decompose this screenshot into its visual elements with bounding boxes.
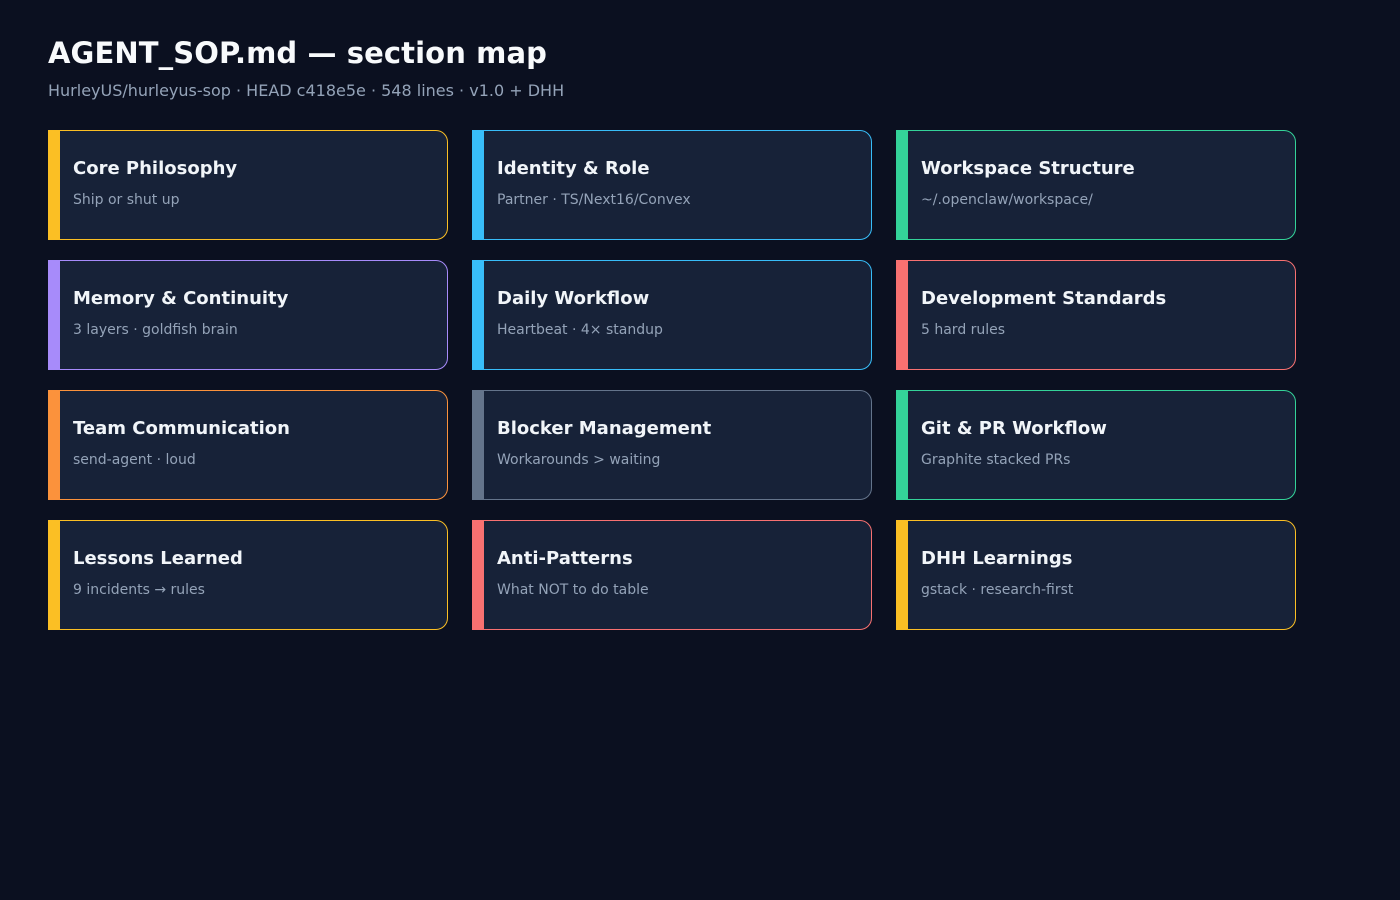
accent-stripe [49, 521, 60, 629]
section-title: Team Communication [73, 418, 290, 439]
section-card-anti-patterns[interactable]: Anti-Patterns What NOT to do table [472, 520, 872, 630]
section-card-daily-workflow[interactable]: Daily Workflow Heartbeat · 4× standup [472, 260, 872, 370]
accent-stripe [49, 391, 60, 499]
accent-stripe [897, 131, 908, 239]
section-description: Graphite stacked PRs [921, 452, 1071, 468]
accent-stripe [49, 131, 60, 239]
section-card-lessons-learned[interactable]: Lessons Learned 9 incidents → rules [48, 520, 448, 630]
section-card-core-philosophy[interactable]: Core Philosophy Ship or shut up [48, 130, 448, 240]
section-description: Heartbeat · 4× standup [497, 322, 663, 338]
section-description: ~/.openclaw/workspace/ [921, 192, 1093, 208]
section-description: gstack · research-first [921, 582, 1074, 598]
section-card-blocker-management[interactable]: Blocker Management Workarounds > waiting [472, 390, 872, 500]
section-description: Workarounds > waiting [497, 452, 661, 468]
section-card-development-standards[interactable]: Development Standards 5 hard rules [896, 260, 1296, 370]
section-description: 9 incidents → rules [73, 582, 205, 598]
section-card-team-communication[interactable]: Team Communication send-agent · loud [48, 390, 448, 500]
section-description: Ship or shut up [73, 192, 180, 208]
section-title: Identity & Role [497, 158, 650, 179]
section-title: DHH Learnings [921, 548, 1073, 569]
section-description: 3 layers · goldfish brain [73, 322, 238, 338]
accent-stripe [897, 261, 908, 369]
section-card-identity-role[interactable]: Identity & Role Partner · TS/Next16/Conv… [472, 130, 872, 240]
section-title: Lessons Learned [73, 548, 243, 569]
section-title: Development Standards [921, 288, 1167, 309]
page-subtitle: HurleyUS/hurleyus-sop · HEAD c418e5e · 5… [48, 81, 565, 100]
section-card-memory-continuity[interactable]: Memory & Continuity 3 layers · goldfish … [48, 260, 448, 370]
section-card-dhh-learnings[interactable]: DHH Learnings gstack · research-first [896, 520, 1296, 630]
section-title: Daily Workflow [497, 288, 650, 309]
section-title: Core Philosophy [73, 158, 238, 179]
section-card-git-pr-workflow[interactable]: Git & PR Workflow Graphite stacked PRs [896, 390, 1296, 500]
section-title: Blocker Management [497, 418, 712, 439]
section-card-workspace-structure[interactable]: Workspace Structure ~/.openclaw/workspac… [896, 130, 1296, 240]
section-title: Git & PR Workflow [921, 418, 1107, 439]
section-description: Partner · TS/Next16/Convex [497, 192, 691, 208]
section-title: Workspace Structure [921, 158, 1135, 179]
accent-stripe [473, 131, 484, 239]
accent-stripe [473, 391, 484, 499]
accent-stripe [473, 261, 484, 369]
accent-stripe [897, 521, 908, 629]
section-description: send-agent · loud [73, 452, 196, 468]
section-title: Anti-Patterns [497, 548, 633, 569]
section-grid: Core Philosophy Ship or shut up Identity… [48, 130, 1296, 630]
accent-stripe [49, 261, 60, 369]
page-title: AGENT_SOP.md — section map [48, 36, 547, 70]
section-title: Memory & Continuity [73, 288, 289, 309]
section-description: What NOT to do table [497, 582, 649, 598]
section-map-page: AGENT_SOP.md — section map HurleyUS/hurl… [0, 0, 1400, 900]
accent-stripe [897, 391, 908, 499]
section-description: 5 hard rules [921, 322, 1006, 338]
accent-stripe [473, 521, 484, 629]
